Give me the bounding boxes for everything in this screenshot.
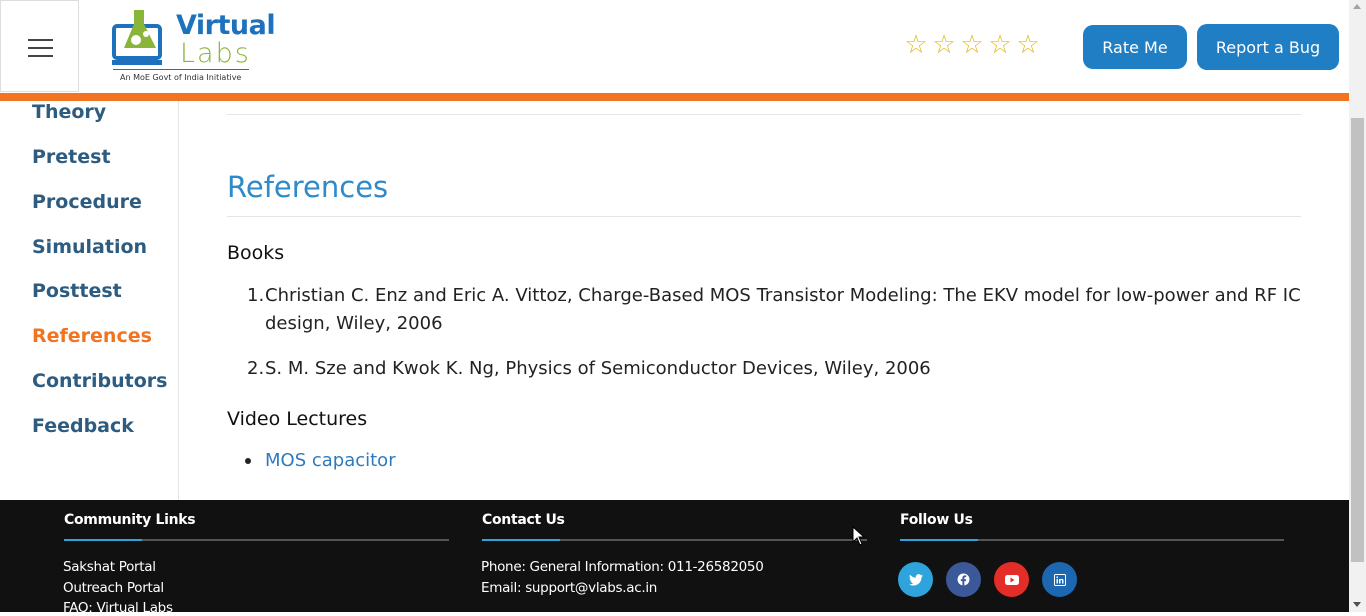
- divider: [900, 539, 1284, 541]
- video-link[interactable]: MOS capacitor: [265, 450, 396, 471]
- list-number: 2.: [247, 358, 265, 379]
- twitter-icon[interactable]: [898, 562, 933, 597]
- star-icon[interactable]: ☆: [1016, 32, 1040, 58]
- divider: [227, 114, 1301, 115]
- sidebar-item-pretest[interactable]: Pretest: [32, 146, 111, 168]
- books-heading: Books: [227, 242, 285, 264]
- star-icon[interactable]: ☆: [904, 32, 928, 58]
- video-lectures-heading: Video Lectures: [227, 408, 368, 430]
- scrollbar-thumb[interactable]: [1351, 118, 1364, 562]
- divider: [482, 539, 867, 541]
- scroll-up-arrow-icon[interactable]: [1353, 4, 1361, 9]
- sidebar-item-feedback[interactable]: Feedback: [32, 415, 134, 437]
- footer-link[interactable]: Outreach Portal: [63, 580, 164, 596]
- rate-me-button[interactable]: Rate Me: [1083, 25, 1187, 69]
- sidebar-item-references[interactable]: References: [32, 325, 152, 347]
- star-icon[interactable]: ☆: [960, 32, 984, 58]
- rating-stars[interactable]: ☆ ☆ ☆ ☆ ☆: [904, 32, 1040, 58]
- sidebar-nav: Theory Pretest Procedure Simulation Post…: [0, 101, 179, 500]
- virtual-labs-logo[interactable]: Virtual Labs An MoE Govt of India Initia…: [80, 0, 282, 92]
- mouse-cursor-icon: [852, 526, 866, 546]
- menu-bar-icon: [28, 47, 53, 49]
- contact-email[interactable]: Email: support@vlabs.ac.in: [481, 580, 657, 596]
- site-footer: Community Links Sakshat Portal Outreach …: [0, 500, 1349, 616]
- community-links-title: Community Links: [64, 512, 196, 528]
- sidebar-item-procedure[interactable]: Procedure: [32, 191, 142, 213]
- list-item: 2. S. M. Sze and Kwok K. Ng, Physics of …: [227, 355, 1301, 385]
- scroll-down-arrow-icon[interactable]: [1353, 602, 1361, 607]
- linkedin-icon[interactable]: [1042, 562, 1077, 597]
- site-header: Virtual Labs An MoE Govt of India Initia…: [0, 0, 1349, 101]
- flask-laptop-icon: [112, 10, 162, 65]
- hamburger-menu-button[interactable]: [0, 0, 79, 92]
- page-title: References: [227, 170, 389, 204]
- logo-underline: [113, 69, 249, 70]
- reference-text: S. M. Sze and Kwok K. Ng, Physics of Sem…: [265, 358, 931, 379]
- star-icon[interactable]: ☆: [932, 32, 956, 58]
- logo-text-virtual: Virtual: [176, 10, 276, 41]
- menu-bar-icon: [28, 39, 53, 41]
- bullet: [245, 458, 251, 464]
- logo-tagline: An MoE Govt of India Initiative: [120, 73, 242, 82]
- sidebar-item-contributors[interactable]: Contributors: [32, 370, 167, 392]
- contact-phone: Phone: General Information: 011-26582050: [481, 559, 764, 575]
- report-bug-button[interactable]: Report a Bug: [1197, 24, 1339, 70]
- reference-text: Christian C. Enz and Eric A. Vittoz, Cha…: [265, 285, 1301, 334]
- footer-link[interactable]: FAQ: Virtual Labs: [63, 600, 173, 616]
- menu-bar-icon: [28, 55, 53, 57]
- divider: [64, 539, 449, 541]
- list-number: 1.: [247, 285, 265, 306]
- sidebar-item-simulation[interactable]: Simulation: [32, 236, 147, 258]
- contact-us-title: Contact Us: [482, 512, 565, 528]
- divider: [227, 216, 1301, 217]
- footer-link[interactable]: Sakshat Portal: [63, 559, 156, 575]
- logo-text-labs: Labs: [180, 38, 251, 69]
- list-item: 1. Christian C. Enz and Eric A. Vittoz, …: [227, 282, 1301, 342]
- facebook-icon[interactable]: [946, 562, 981, 597]
- sidebar-item-theory[interactable]: Theory: [32, 101, 106, 123]
- star-icon[interactable]: ☆: [988, 32, 1012, 58]
- youtube-icon[interactable]: [994, 562, 1029, 597]
- follow-us-title: Follow Us: [900, 512, 973, 528]
- sidebar-item-posttest[interactable]: Posttest: [32, 280, 122, 302]
